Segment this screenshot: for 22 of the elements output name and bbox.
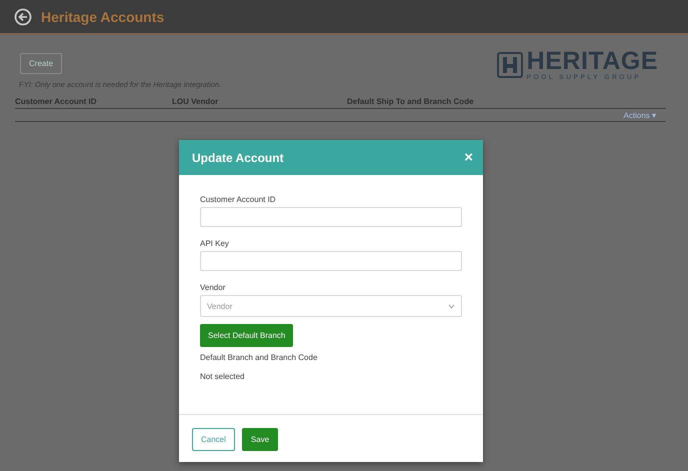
chevron-icon (448, 304, 455, 308)
input-field[interactable] (200, 207, 462, 227)
select-branch-button[interactable]: Select Default Branch (200, 324, 294, 347)
vendor-dropdown[interactable]: Vendor (200, 295, 462, 317)
field-label: Customer Account ID (200, 195, 277, 204)
branch-label: Default Branch and Branch Code (200, 353, 318, 362)
back-icon[interactable] (14, 8, 32, 26)
column-header: Default Ship To and Branch Code (347, 97, 475, 106)
logo-icon (496, 52, 523, 78)
cancel-button[interactable]: Cancel (192, 428, 235, 451)
input-field[interactable] (200, 251, 462, 271)
logo-name: HERITAGE (526, 49, 658, 74)
dialog-title: Update Account (192, 150, 284, 164)
field-label: API Key (200, 239, 230, 248)
branch-value: Not selected (200, 372, 246, 381)
field-label: Vendor (200, 283, 226, 292)
column-header: LOU Vendor (172, 97, 220, 106)
close-button[interactable]: × (464, 149, 473, 166)
actions-dropdown[interactable]: Actions ▾ (624, 111, 656, 120)
column-header: Customer Account ID (15, 97, 98, 106)
save-button[interactable]: Save (242, 428, 278, 451)
page-title: Heritage Accounts (41, 8, 164, 24)
